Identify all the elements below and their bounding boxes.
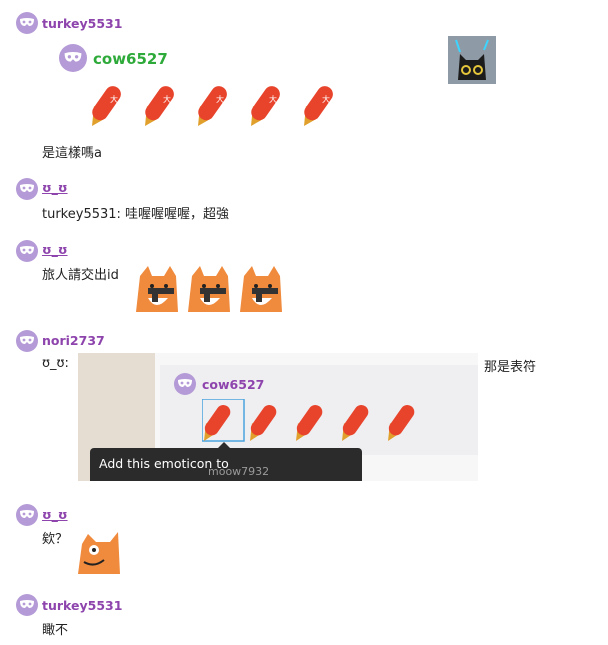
daikichi-emote [204,404,231,441]
mask-icon [20,184,34,192]
username[interactable]: ʊ_ʊ [42,242,68,257]
svg-text:大: 大 [163,94,171,104]
cat-avatar [448,36,496,84]
screenshot-card: cow6527 [160,365,478,455]
message-text: 旅人請交出id [42,268,119,283]
daikichi-emote: 大 [198,86,227,126]
screenshot-emote-row [201,398,434,445]
avatar [16,178,38,200]
daikichi-emote: 大 [304,86,333,126]
username[interactable]: turkey5531 [42,598,122,613]
screenshot-username: cow6527 [202,377,265,392]
avatar [16,12,38,34]
message-prefix: ʊ_ʊ: [42,356,69,371]
message-text: 是這樣嗎a [42,146,102,161]
mask-icon [20,336,34,344]
fox-gun-emote [188,266,230,312]
mask-icon [64,52,82,62]
daikichi-emote [342,404,369,441]
message-suffix: 那是表符 [484,360,537,375]
fox-gun-emote-row [130,262,286,314]
emote-row: 大 大 大 大 大 [92,80,352,130]
avatar [174,373,196,395]
daikichi-emote [296,404,323,441]
mask-icon [20,600,34,608]
daikichi-emote [388,404,415,441]
message-text: turkey5531: 哇喔喔喔喔，超強 [42,207,230,222]
message-text: 瞰不 [42,623,69,638]
mask-icon [20,510,34,518]
obscured-username: moow7932 [208,465,270,478]
svg-text:大: 大 [110,94,118,104]
avatar [16,504,38,526]
avatar [16,330,38,352]
daikichi-emote: 大 [251,86,280,126]
username[interactable]: turkey5531 [42,16,122,31]
fox-emote [74,528,124,576]
avatar [16,240,38,262]
username[interactable]: ʊ_ʊ [42,180,68,195]
daikichi-emote: 大 [145,86,174,126]
username[interactable]: ʊ_ʊ [42,507,68,522]
embedded-screenshot: cow6527 Add this emoticon to moow7932 [78,353,478,481]
username[interactable]: nori2737 [42,333,105,348]
quote-username: cow6527 [93,50,168,68]
mask-icon [20,246,34,254]
quote-avatar [59,44,87,72]
mask-icon [178,379,192,387]
mask-icon [20,18,34,26]
message-text: 欸？ [42,532,69,547]
daikichi-emote [250,404,277,441]
svg-text:大: 大 [322,94,330,104]
avatar [16,594,38,616]
svg-text:大: 大 [216,94,224,104]
fox-gun-emote [136,266,178,312]
svg-text:大: 大 [269,94,277,104]
fox-gun-emote [240,266,282,312]
daikichi-emote: 大 [92,86,121,126]
